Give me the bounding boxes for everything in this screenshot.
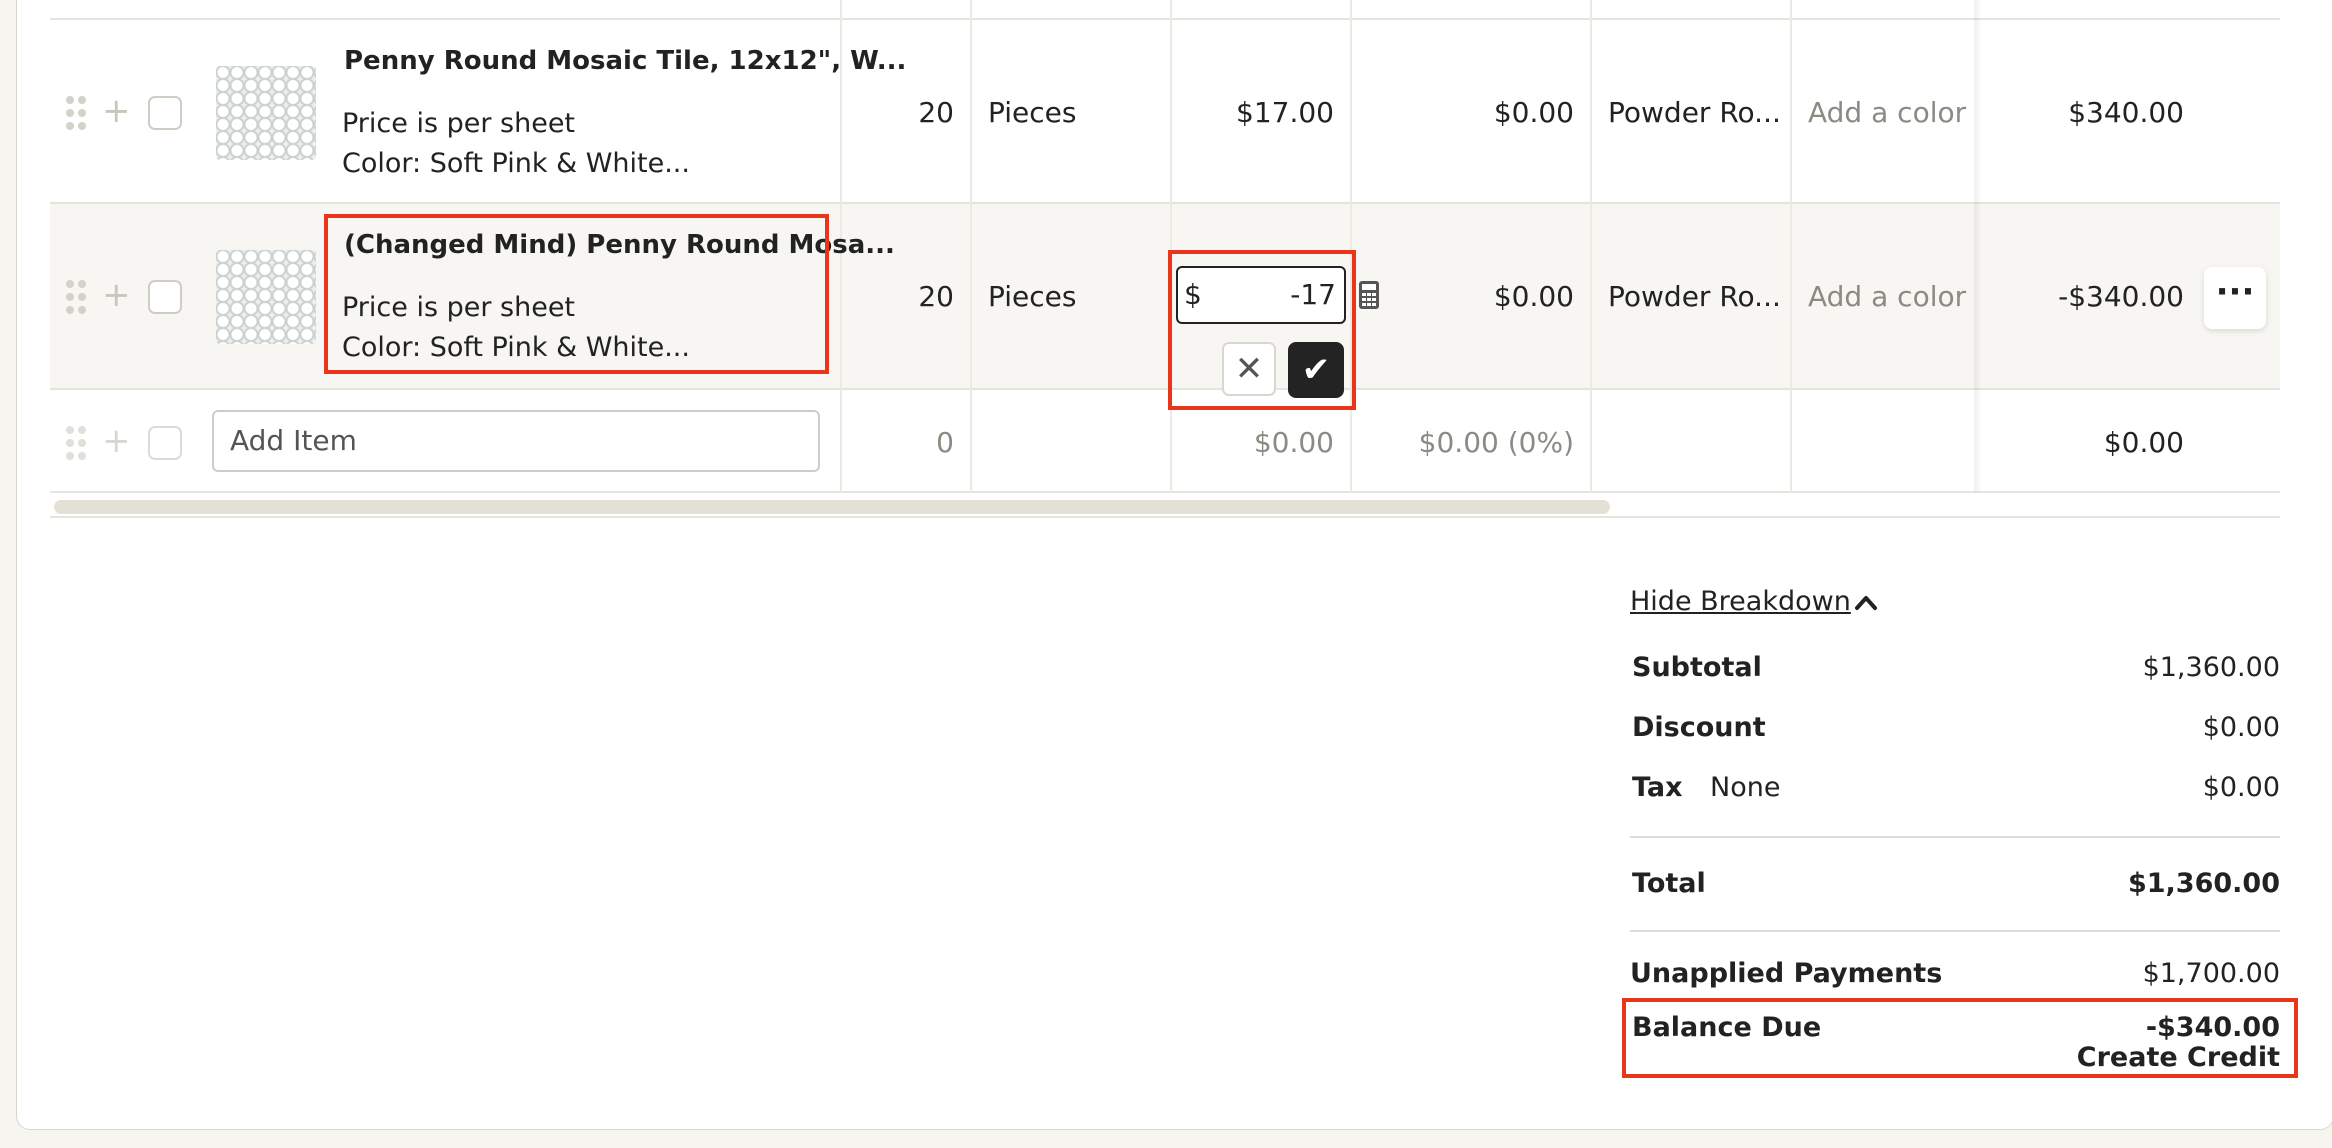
subtotal-label: Subtotal	[1632, 652, 1762, 683]
plus-icon[interactable]: +	[102, 94, 131, 128]
price-cell[interactable]: $0.00	[1254, 426, 1334, 459]
discount-value: $0.00	[2202, 712, 2280, 743]
qty-cell[interactable]: 20	[918, 96, 954, 129]
unapplied-payments-label: Unapplied Payments	[1630, 958, 1943, 989]
color-cell[interactable]: Add a color	[1808, 96, 1966, 129]
row-divider	[50, 202, 2280, 204]
total-cell: -$340.00	[2058, 280, 2184, 313]
drag-handle-icon[interactable]	[66, 96, 86, 130]
more-icon[interactable]: ···	[2204, 267, 2266, 329]
drag-handle-icon	[66, 426, 86, 460]
total-cell: $340.00	[2068, 96, 2184, 129]
chevron-up-icon[interactable]	[1854, 592, 1878, 612]
column-divider	[1790, 0, 1792, 492]
price-cell[interactable]: $17.00	[1236, 96, 1334, 129]
column-divider	[1590, 0, 1592, 492]
row-divider	[50, 18, 2280, 20]
plus-icon[interactable]: +	[102, 278, 131, 312]
total-label: Total	[1632, 868, 1706, 899]
discount-cell[interactable]: $0.00	[1494, 96, 1574, 129]
calculator-icon[interactable]	[1358, 280, 1380, 310]
product-thumbnail	[216, 66, 316, 160]
total-cell: $0.00	[2103, 426, 2184, 459]
tax-label: Tax	[1632, 772, 1683, 803]
balance-due-highlight	[1622, 998, 2298, 1078]
discount-cell[interactable]: $0.00	[1494, 280, 1574, 313]
summary-divider	[1630, 836, 2280, 838]
hide-breakdown-link[interactable]: Hide Breakdown	[1630, 586, 1851, 617]
row-divider	[50, 388, 2280, 390]
unapplied-payments-value: $1,700.00	[2142, 958, 2280, 989]
discount-cell[interactable]: $0.00 (0%)	[1419, 426, 1574, 459]
frozen-column-shadow	[1974, 0, 1982, 492]
column-divider	[1350, 0, 1352, 492]
summary-divider	[1630, 930, 2280, 932]
row-checkbox[interactable]	[148, 96, 182, 130]
subtotal-value: $1,360.00	[2142, 652, 2280, 683]
horizontal-scrollbar[interactable]	[54, 500, 1610, 514]
product-thumbnail	[216, 250, 316, 344]
tax-value: $0.00	[2202, 772, 2280, 803]
discount-label: Discount	[1632, 712, 1766, 743]
unit-cell[interactable]: Pieces	[988, 280, 1076, 313]
column-divider	[1170, 0, 1172, 492]
item-title[interactable]: Penny Round Mosaic Tile, 12x12", W...	[344, 46, 906, 76]
unit-cell[interactable]: Pieces	[988, 96, 1076, 129]
tax-type[interactable]: None	[1710, 772, 1780, 803]
room-cell[interactable]: Powder Ro...	[1608, 280, 1781, 313]
add-item-input[interactable]: Add Item	[212, 410, 820, 472]
row-divider	[50, 491, 2280, 493]
column-divider	[970, 0, 972, 492]
item-color-note: Color: Soft Pink & White...	[342, 148, 690, 179]
row-checkbox[interactable]	[148, 280, 182, 314]
qty-cell[interactable]: 0	[936, 426, 954, 459]
room-cell[interactable]: Powder Ro...	[1608, 96, 1781, 129]
row-checkbox	[148, 426, 182, 460]
plus-icon: +	[102, 421, 131, 461]
total-value: $1,360.00	[2127, 868, 2280, 899]
item-description: Price is per sheet	[342, 108, 576, 139]
qty-cell[interactable]: 20	[918, 280, 954, 313]
color-cell[interactable]: Add a color	[1808, 280, 1966, 313]
drag-handle-icon[interactable]	[66, 280, 86, 314]
table-bottom-divider	[50, 516, 2280, 518]
item-title-highlight	[324, 214, 829, 374]
price-edit-highlight	[1168, 250, 1356, 410]
